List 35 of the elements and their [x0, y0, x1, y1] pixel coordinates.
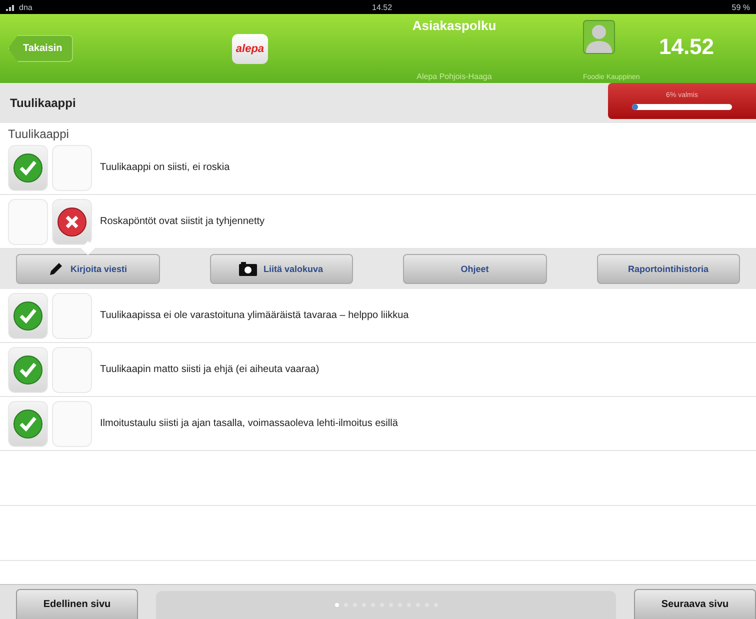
battery-label: 59 % — [732, 2, 750, 12]
checklist-item: Tuulikaapin matto siisti ja ehjä (ei aiheuta vaaraa) — [100, 364, 320, 375]
action-button[interactable]: Raportointihistoria — [596, 254, 740, 284]
app-title: Asiakaspolku — [412, 18, 496, 33]
previous-button[interactable]: Edellinen sivu — [16, 589, 138, 619]
no-toggle[interactable] — [52, 198, 92, 244]
clock-text: 14.52 — [658, 34, 716, 60]
action-button[interactable]: Liitä valokuva — [210, 254, 353, 284]
carrier-label: dna — [6, 2, 32, 12]
pencil-icon — [48, 261, 64, 277]
check-icon — [13, 408, 43, 438]
avatar-icon — [583, 20, 615, 54]
group-title: Tuulikaappi — [7, 126, 70, 141]
yes-toggle[interactable] — [8, 346, 48, 392]
action-button[interactable]: Ohjeet — [403, 254, 546, 284]
action-button[interactable]: Kirjoita viesti — [16, 254, 160, 284]
page-dot[interactable] — [334, 603, 338, 607]
status-time: 14.52 — [372, 2, 392, 12]
checklist-item: Ilmoitustaulu siisti ja ajan tasalla, voimassaoleva lehti-ilmoitus esillä — [100, 418, 398, 429]
store-name: Alepa Pohjois-Haaga — [416, 72, 492, 81]
check-icon — [13, 152, 43, 182]
signal-icon — [6, 4, 16, 10]
yes-toggle[interactable] — [8, 400, 48, 446]
check-icon — [13, 300, 43, 330]
next-button[interactable]: Seuraava sivu — [634, 589, 756, 619]
camera-icon — [239, 262, 258, 276]
yes-toggle[interactable] — [8, 292, 48, 338]
section-title: Tuulikaappi — [10, 96, 76, 110]
checklist-item: Tuulikaapissa ei ole varastoituna ylimääräistä tavaraa – helppo liikkua — [100, 310, 409, 321]
yes-toggle[interactable] — [8, 144, 48, 190]
close-icon — [57, 206, 87, 236]
store-logo: alepa — [232, 34, 268, 64]
checklist-item: Tuulikaappi on siisti, ei roskia — [100, 162, 230, 173]
checklist-item: Roskapöntöt ovat siistit ja tyhjennetty — [100, 216, 265, 227]
check-icon — [13, 354, 43, 384]
